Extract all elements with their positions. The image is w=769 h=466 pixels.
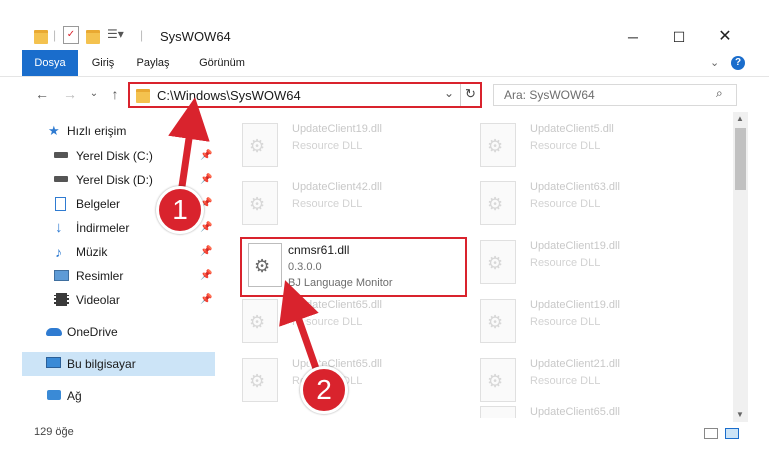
annotation-arrows — [168, 97, 326, 386]
step-2-badge: 2 — [300, 366, 348, 414]
step-1-badge: 1 — [156, 186, 204, 234]
